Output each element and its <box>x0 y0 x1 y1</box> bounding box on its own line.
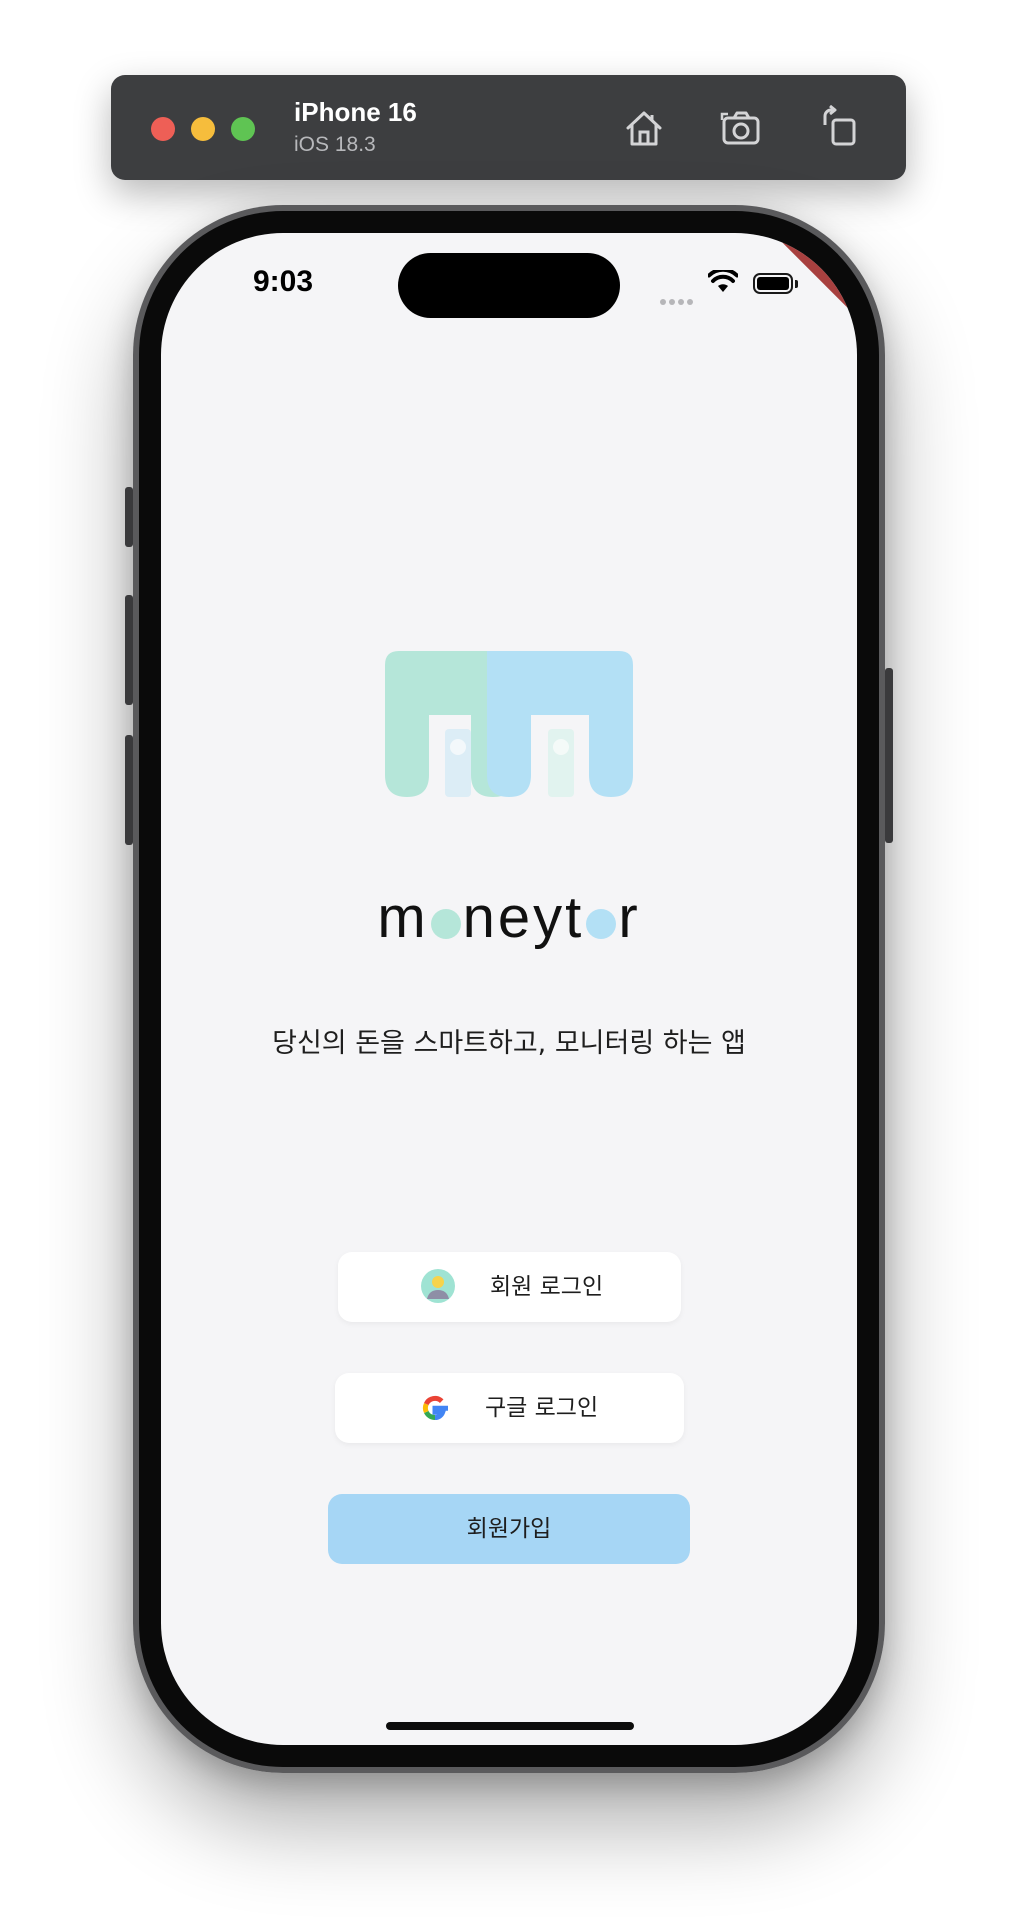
google-login-label: 구글 로그인 <box>485 1395 599 1421</box>
moneytor-logo-icon <box>385 651 633 797</box>
zoom-window-button[interactable] <box>231 117 255 141</box>
close-window-button[interactable] <box>151 117 175 141</box>
signup-button[interactable]: 회원가입 <box>328 1494 690 1564</box>
member-login-label: 회원 로그인 <box>490 1274 604 1300</box>
volume-down-button <box>125 735 133 845</box>
minimize-window-button[interactable] <box>191 117 215 141</box>
rotate-icon[interactable] <box>817 105 863 151</box>
dynamic-island <box>398 253 620 318</box>
wordmark-text-middle: neyt <box>462 885 585 950</box>
screenshot-icon[interactable] <box>719 105 765 151</box>
signal-icon <box>660 290 696 309</box>
wordmark-sky-dot <box>586 909 617 939</box>
app-tagline: 당신의 돈을 스마트하고, 모니터링 하는 앱 <box>272 1028 746 1059</box>
wordmark-text-end: r <box>618 885 641 950</box>
status-time: 9:03 <box>253 265 314 298</box>
google-icon <box>422 1395 448 1421</box>
wifi-icon <box>708 270 738 292</box>
simulator-toolbar: iPhone 16 iOS 18.3 <box>111 75 906 180</box>
device-name: iPhone 16 <box>294 97 417 127</box>
app-wordmark: m neyt r <box>161 883 857 953</box>
wordmark-text-start: m <box>377 885 429 950</box>
wordmark-mint-dot <box>430 909 461 939</box>
app-screen: 9:03 DEBUG m neyt r 당신의 돈을 스마트하고, 모니터링 하는 … <box>161 233 857 1745</box>
action-button <box>125 487 133 547</box>
google-login-button[interactable]: 구글 로그인 <box>335 1373 684 1443</box>
os-version: iOS 18.3 <box>294 133 376 156</box>
home-indicator <box>386 1722 634 1730</box>
home-icon[interactable] <box>621 105 667 151</box>
member-login-button[interactable]: 회원 로그인 <box>338 1252 681 1322</box>
battery-icon <box>753 273 793 294</box>
volume-up-button <box>125 595 133 705</box>
user-avatar-icon <box>421 1269 455 1303</box>
power-button <box>885 668 893 843</box>
